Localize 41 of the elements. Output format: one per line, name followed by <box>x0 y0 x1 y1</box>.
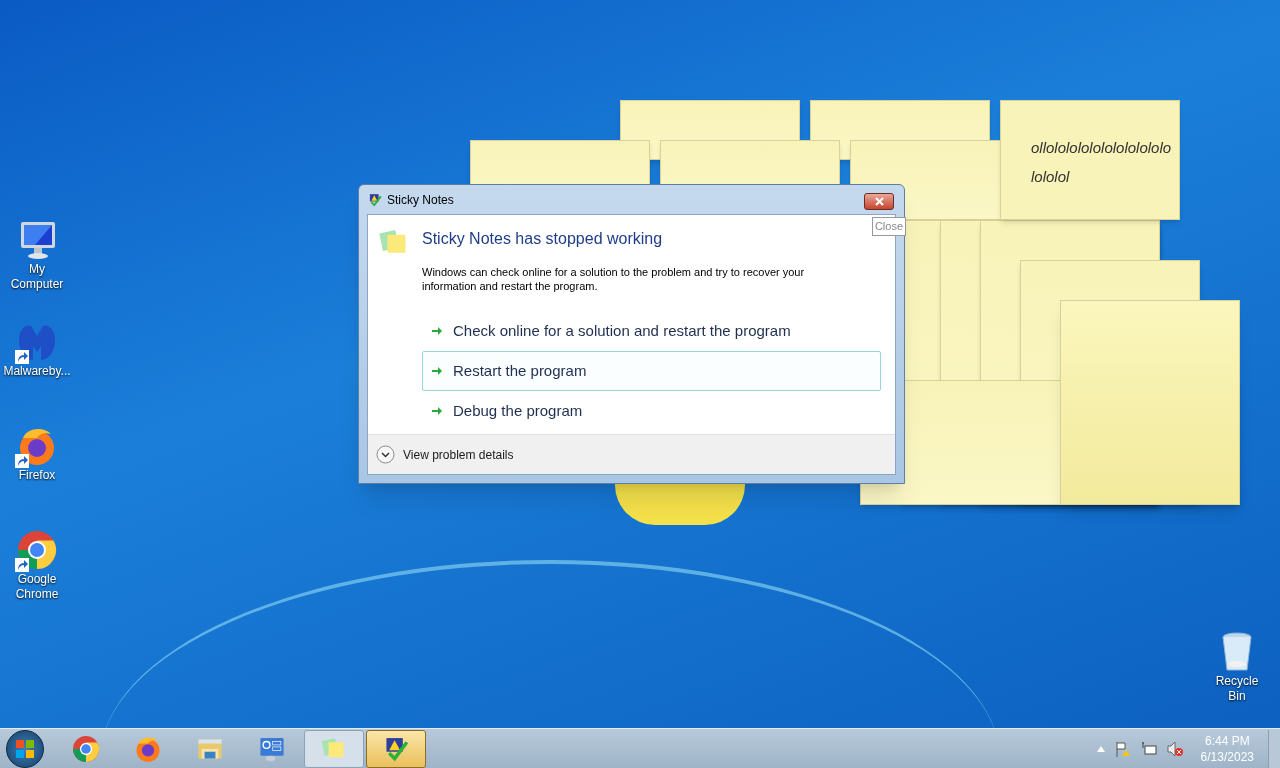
desktop-icon[interactable]: Malwareby... <box>0 320 74 379</box>
shortcut-arrow-icon <box>15 454 29 468</box>
message-text: Windows can check online for a solution to the problem and try to recover your information and restart the program. <box>422 265 806 293</box>
tooltip: Close <box>871 217 906 236</box>
window-title: Sticky Notes <box>387 191 454 209</box>
arrow-icon <box>431 325 443 337</box>
flag-warning-icon[interactable] <box>1114 740 1131 757</box>
clock-date: 6/13/2023 <box>1200 748 1254 765</box>
note-text: lololol <box>1031 166 1071 187</box>
desktop-icon[interactable]: Firefox <box>0 424 74 483</box>
taskbar-button[interactable] <box>366 729 426 768</box>
icon-label: Google Chrome <box>14 572 60 602</box>
desktop-icon[interactable]: Google Chrome <box>0 528 74 602</box>
warning-check-icon <box>367 191 383 208</box>
icon-label: Recycle Bin <box>1214 674 1260 704</box>
network-icon[interactable] <box>1140 740 1157 757</box>
shortcut-arrow-icon <box>15 558 29 572</box>
windows-logo-icon <box>15 738 35 759</box>
command-link[interactable]: Debug the program <box>422 391 881 431</box>
shortcut-arrow-icon <box>15 350 29 364</box>
icon-label: My Computer <box>9 262 65 292</box>
speaker-muted-icon[interactable] <box>1166 740 1183 757</box>
close-button[interactable] <box>864 193 894 210</box>
chrome-icon <box>71 733 101 764</box>
command-link[interactable]: Restart the program <box>422 351 881 391</box>
details-toggle[interactable]: View problem details <box>376 445 514 464</box>
desktop-icon[interactable]: Recycle Bin <box>1200 630 1274 704</box>
desktop-icon[interactable]: My Computer <box>0 218 74 292</box>
chevron-icon <box>376 445 395 464</box>
close-icon <box>874 197 884 206</box>
dialog-heading: Sticky Notes has stopped working <box>422 229 664 249</box>
clock-time: 6:44 PM <box>1204 732 1250 749</box>
caret-up-icon[interactable] <box>1096 745 1105 752</box>
note-text: ollololololololololololo <box>1031 138 1173 158</box>
arrow-icon <box>431 405 443 417</box>
icon-label: Firefox <box>18 468 56 483</box>
icon-label: Malwareby... <box>3 364 71 379</box>
command-link[interactable]: Check online for a solution and restart the program <box>422 311 881 351</box>
arrow-icon <box>431 365 443 377</box>
start-button[interactable] <box>6 729 44 768</box>
chrome-icon <box>15 528 59 572</box>
